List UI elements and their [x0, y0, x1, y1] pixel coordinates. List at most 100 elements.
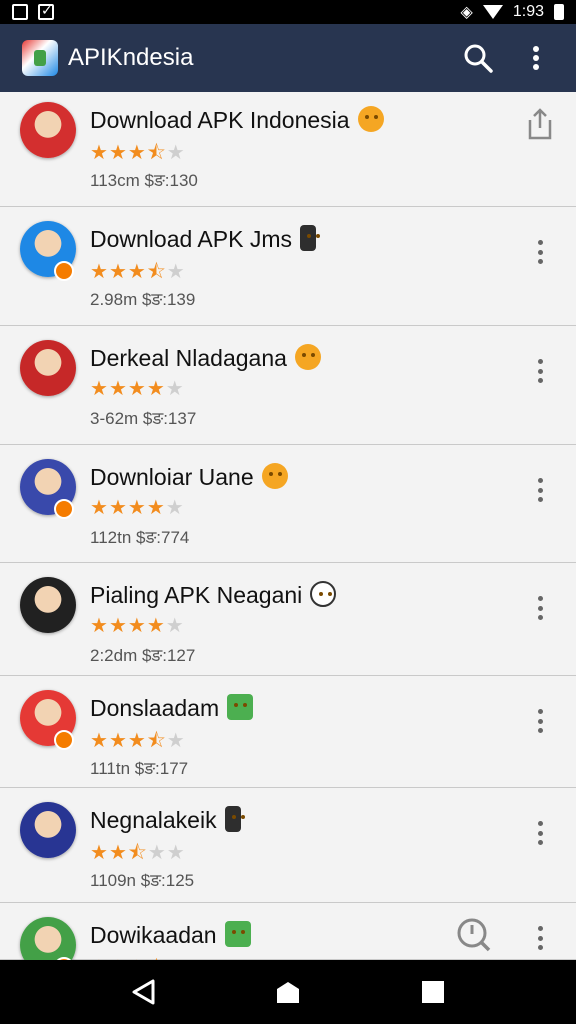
status-bar: ◈ 1:93 [0, 0, 576, 24]
star-icon: ⯪ [146, 730, 167, 752]
app-list: Download APK Indonesia ★★★⯪★ 113cm $ङ:130 D… [0, 92, 576, 960]
star-icon: ★ [108, 730, 128, 752]
star-icon: ★ [165, 378, 185, 400]
item-more-icon[interactable] [530, 923, 550, 953]
rating-stars: ★★★⯪★ [90, 953, 186, 960]
app-meta: 3-62m $ङ:137 [90, 409, 197, 428]
star-icon: ★ [127, 142, 147, 164]
star-icon: ★ [90, 497, 109, 519]
star-icon: ★ [127, 261, 147, 283]
app-meta: 113cm $ङ:130 [90, 171, 198, 190]
check-icon [38, 2, 54, 20]
emoji-icon [294, 344, 321, 370]
more-vert-icon[interactable] [514, 36, 558, 80]
emoji-icon [261, 463, 288, 489]
emoji-icon [310, 581, 337, 607]
app-avatar [20, 577, 76, 633]
star-icon: ★ [165, 497, 185, 519]
rating-stars: ★★★⯪★ [90, 138, 186, 172]
star-icon: ★ [166, 730, 186, 752]
star-icon: ★ [127, 378, 147, 400]
notification-icon [12, 4, 28, 20]
app-title-text: Donslaadam [90, 695, 220, 721]
star-icon: ★ [146, 497, 166, 519]
app-meta: 112tn $ङ:774 [90, 528, 190, 547]
rating-stars: ★★★★★ [90, 495, 185, 520]
app-avatar [20, 802, 76, 858]
star-icon: ★ [90, 730, 109, 752]
star-icon: ★ [166, 842, 186, 864]
app-badge [54, 261, 74, 281]
app-list-item[interactable]: Downloiar Uane ★★★★★ 112tn $ङ:774 [0, 445, 576, 563]
app-title-text: Download APK Indonesia [90, 107, 350, 133]
app-logo [22, 40, 58, 76]
star-icon: ★ [108, 615, 128, 637]
emoji-icon [299, 225, 316, 251]
star-icon: ★ [165, 615, 185, 637]
app-avatar [20, 917, 76, 960]
emoji-icon [224, 921, 251, 947]
app-list-item[interactable]: Donslaadam ★★★⯪★ 111tn $ङ:177 [0, 676, 576, 788]
star-icon: ★ [108, 842, 128, 864]
app-title: Downloiar Uane [90, 463, 288, 491]
app-badge [54, 499, 74, 519]
app-list-item[interactable]: Derkeal Nladagana ★★★★★ 3-62m $ङ:137 [0, 326, 576, 445]
star-icon: ★ [166, 261, 186, 283]
app-list-item[interactable]: Pialing APK Neagani ★★★★★ 2:2dm $ङ:127 [0, 563, 576, 676]
item-more-icon[interactable] [530, 356, 550, 386]
item-more-icon[interactable] [530, 818, 550, 848]
app-bar: APIKndesia [0, 24, 576, 92]
signal-icon: ◈ [460, 4, 473, 21]
app-list-item[interactable]: Dowikaadan ★★★⯪★ [0, 903, 576, 960]
app-title: Pialing APK Neagani [90, 581, 337, 609]
app-title-text: Negnalakeik [90, 807, 217, 833]
item-more-icon[interactable] [530, 593, 550, 623]
star-icon: ★ [147, 842, 167, 864]
app-title-text: Downloiar Uane [90, 464, 254, 490]
app-title-text: Pialing APK Neagani [90, 582, 303, 608]
app-badge [54, 730, 74, 750]
star-icon: ★ [108, 142, 128, 164]
item-more-icon[interactable] [530, 706, 550, 736]
emoji-icon [224, 806, 241, 832]
app-title-text: Derkeal Nladagana [90, 345, 287, 371]
item-more-icon[interactable] [530, 237, 550, 267]
home-icon[interactable] [260, 964, 316, 1020]
app-list-item[interactable]: Download APK Indonesia ★★★⯪★ 113cm $ङ:130 [0, 92, 576, 207]
star-icon: ⯪ [127, 842, 148, 864]
star-icon: ⯪ [146, 142, 167, 164]
star-icon: ★ [90, 842, 109, 864]
app-title-text: Dowikaadan [90, 922, 217, 948]
app-title: Download APK Jms [90, 225, 316, 253]
app-avatar [20, 102, 76, 158]
star-icon: ★ [90, 142, 109, 164]
recents-icon[interactable] [405, 964, 461, 1020]
app-list-item[interactable]: Negnalakeik ★★⯪★★ 1109n $ङ:125 [0, 788, 576, 903]
star-icon: ★ [127, 497, 147, 519]
download-icon[interactable] [456, 917, 492, 953]
rating-stars: ★★★★★ [90, 613, 185, 638]
star-icon: ★ [90, 378, 109, 400]
star-icon: ★ [90, 261, 109, 283]
rating-stars: ★★⯪★★ [90, 838, 186, 872]
star-icon: ★ [127, 615, 147, 637]
star-icon: ★ [90, 615, 109, 637]
app-title: Dowikaadan [90, 921, 251, 949]
star-icon: ★ [146, 378, 166, 400]
wifi-icon [482, 5, 503, 19]
app-avatar [20, 340, 76, 396]
rating-stars: ★★★★★ [90, 376, 185, 401]
back-icon[interactable] [115, 964, 171, 1020]
app-title: Derkeal Nladagana [90, 344, 321, 372]
battery-icon [554, 4, 564, 20]
rating-stars: ★★★⯪★ [90, 257, 186, 291]
share-icon[interactable] [526, 108, 554, 140]
search-icon[interactable] [456, 36, 500, 80]
app-meta: 2.98m $ङ:139 [90, 290, 196, 309]
app-list-item[interactable]: Download APK Jms ★★★⯪★ 2.98m $ङ:139 [0, 207, 576, 326]
app-title: Donslaadam [90, 694, 254, 722]
emoji-icon [357, 106, 384, 132]
star-icon: ★ [108, 261, 128, 283]
navigation-bar [0, 960, 576, 1024]
item-more-icon[interactable] [530, 475, 550, 505]
